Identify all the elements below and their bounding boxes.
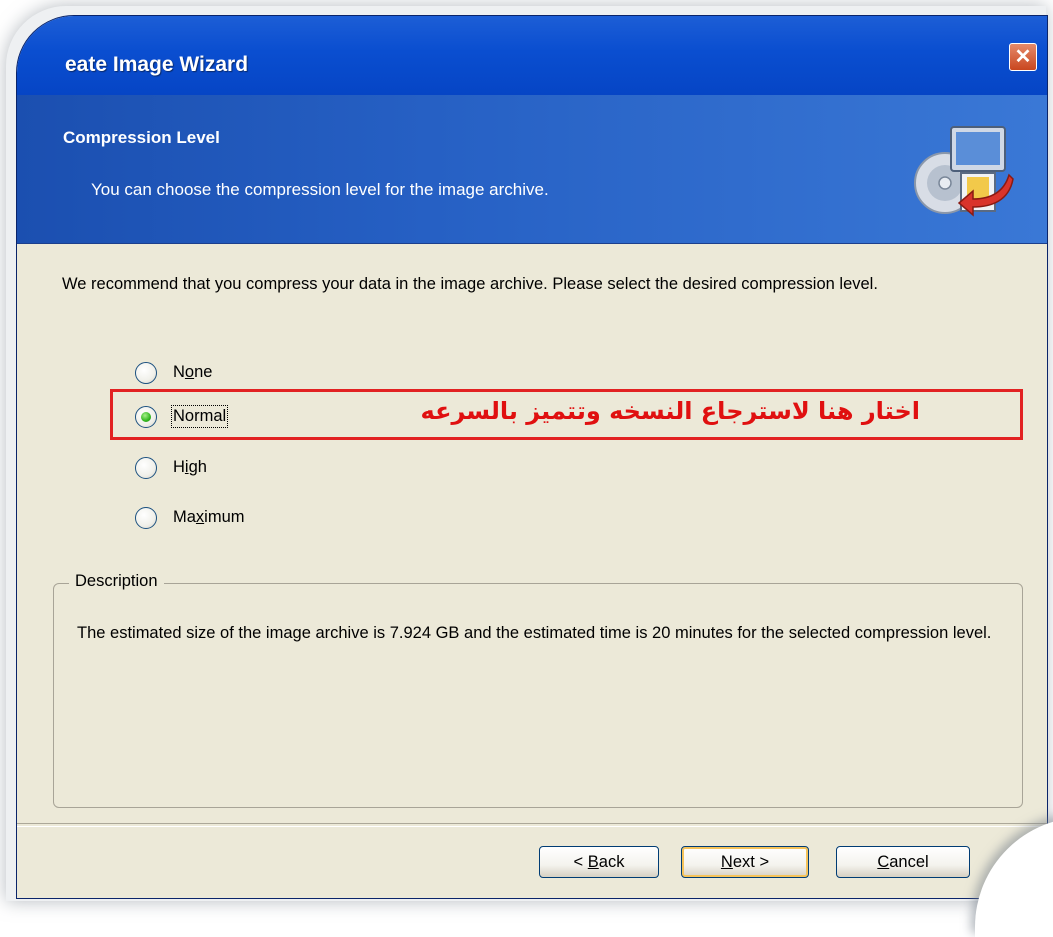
description-text: The estimated size of the image archive … (77, 624, 992, 642)
back-button[interactable]: < Back (539, 846, 659, 878)
radio-button-high[interactable] (135, 457, 157, 479)
close-icon: ✕ (1014, 46, 1032, 68)
annotation-text: اختار هنا لاسترجاع النسخه وتتميز بالسرعه (420, 397, 920, 425)
description-groupbox (53, 583, 1023, 808)
radio-label-maximum[interactable]: Maximum (173, 508, 245, 527)
radio-button-none[interactable] (135, 362, 157, 384)
backup-disk-icon (914, 126, 1014, 217)
wizard-window: eate Image Wizard ✕ Compression Level Yo… (16, 15, 1048, 899)
page-subtitle: You can choose the compression level for… (91, 180, 549, 199)
description-legend: Description (69, 572, 164, 591)
cancel-button[interactable]: Cancel (836, 846, 970, 878)
wizard-header: Compression Level You can choose the com… (17, 95, 1047, 244)
next-button[interactable]: Next > (681, 846, 809, 878)
radio-label-none[interactable]: None (173, 363, 212, 382)
radio-label-high[interactable]: High (173, 458, 207, 477)
intro-text: We recommend that you compress your data… (62, 275, 878, 293)
button-bar-separator (17, 823, 1047, 827)
window-title: eate Image Wizard (65, 53, 249, 76)
close-button[interactable]: ✕ (1009, 43, 1037, 71)
wizard-content: We recommend that you compress your data… (17, 244, 1047, 824)
radio-button-maximum[interactable] (135, 507, 157, 529)
page-title: Compression Level (63, 128, 220, 147)
title-bar[interactable]: eate Image Wizard ✕ (17, 16, 1047, 95)
